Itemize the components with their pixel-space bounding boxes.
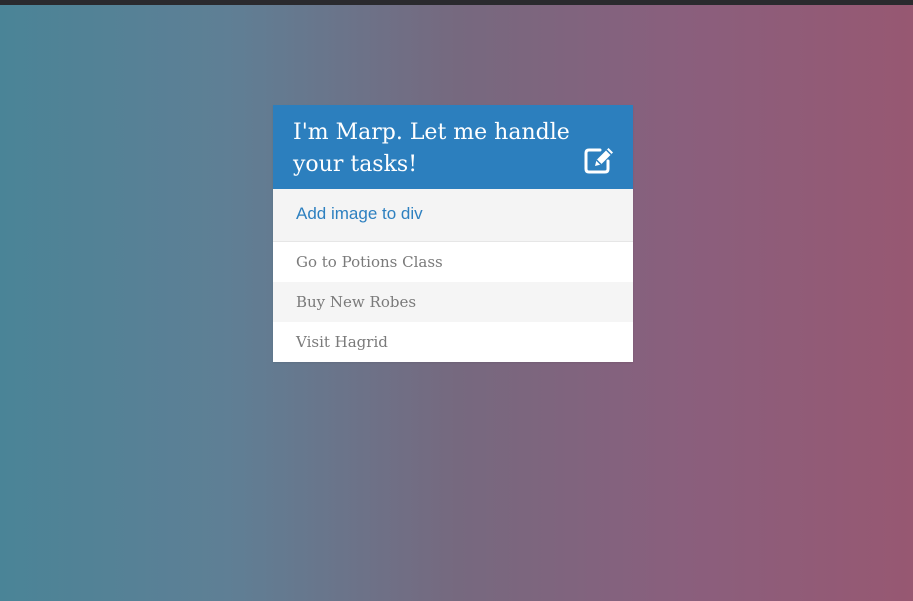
todo-card: I'm Marp. Let me handle your tasks! Add …	[273, 105, 633, 362]
card-header: I'm Marp. Let me handle your tasks!	[273, 105, 633, 189]
task-item[interactable]: Buy New Robes	[273, 282, 633, 322]
task-item[interactable]: Go to Potions Class	[273, 242, 633, 282]
edit-button[interactable]	[583, 145, 615, 175]
card-title: I'm Marp. Let me handle your tasks!	[293, 120, 570, 177]
top-bar	[0, 0, 913, 5]
task-item[interactable]: Visit Hagrid	[273, 322, 633, 362]
edit-icon	[584, 148, 613, 174]
add-image-row: Add image to div	[273, 189, 633, 242]
task-list: Go to Potions Class Buy New Robes Visit …	[273, 242, 633, 362]
add-image-link[interactable]: Add image to div	[296, 204, 423, 223]
